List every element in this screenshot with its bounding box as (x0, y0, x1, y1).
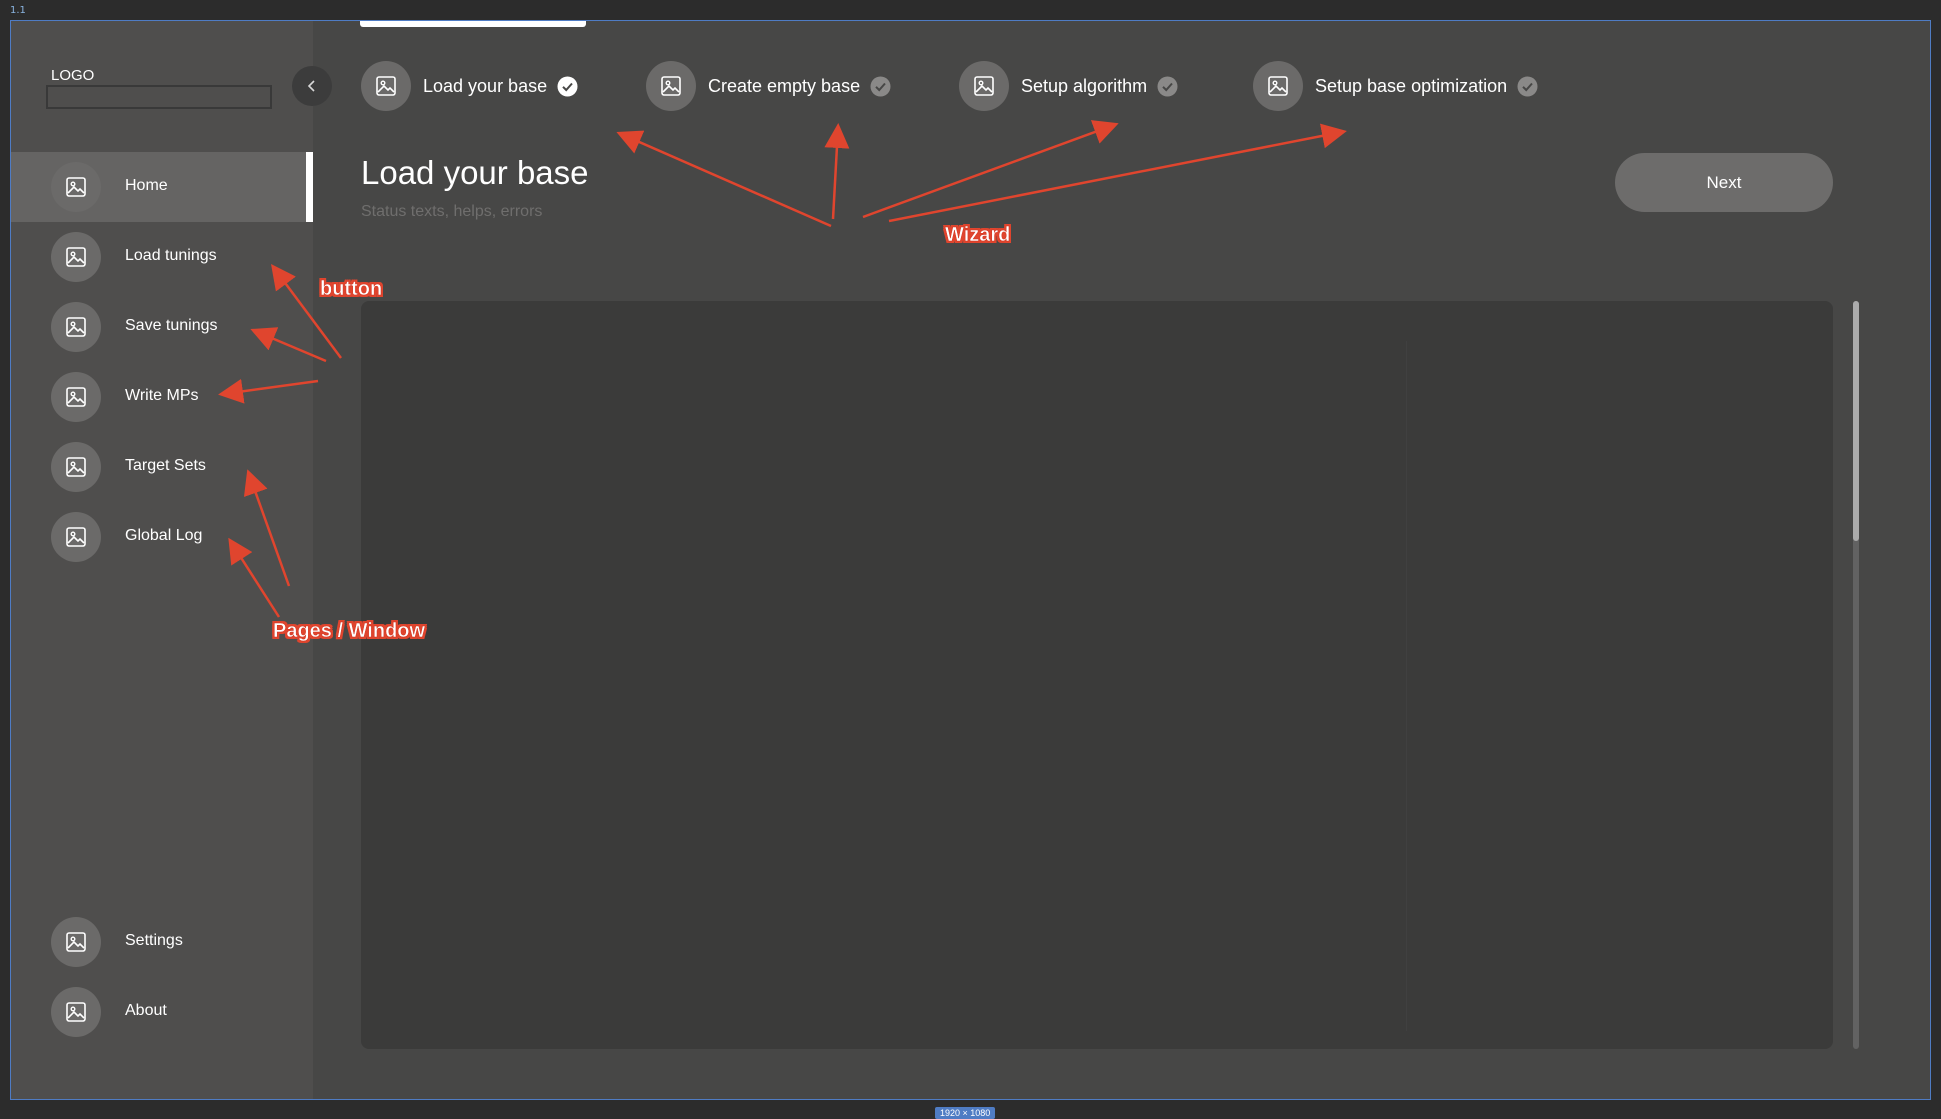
panel-divider (1406, 341, 1407, 1031)
annotation-label-wizard: Wizard (945, 224, 1011, 247)
wizard-step-label: Setup base optimization (1315, 75, 1508, 96)
image-icon (51, 917, 101, 967)
sidebar-item-label: Write MPs (125, 387, 199, 404)
sidebar-item-save-tunings[interactable]: Save tunings (11, 292, 313, 362)
check-circle-icon (1157, 76, 1178, 97)
sidebar-item-label: Home (125, 177, 168, 194)
frame-label: 1.1 (10, 5, 26, 16)
sidebar-item-global-log[interactable]: Global Log (11, 502, 313, 572)
image-icon (51, 987, 101, 1037)
sidebar-item-label: Settings (125, 932, 183, 949)
sidebar-item-write-mps[interactable]: Write MPs (11, 362, 313, 432)
image-icon (51, 372, 101, 422)
image-icon (51, 302, 101, 352)
page-title: Load your base (361, 154, 589, 191)
wizard-step-load-your-base[interactable]: Load your base (361, 61, 578, 111)
sidebar-item-about[interactable]: About (11, 977, 313, 1047)
image-icon (361, 61, 411, 111)
sidebar-collapse-button[interactable] (292, 66, 332, 106)
sidebar-item-target-sets[interactable]: Target Sets (11, 432, 313, 502)
wizard-step-create-empty-base[interactable]: Create empty base (646, 61, 891, 111)
annotation-label-pages: Pages / Window (273, 620, 426, 643)
sidebar-item-label: Target Sets (125, 457, 206, 474)
check-circle-icon (870, 76, 891, 97)
wizard-step-label: Create empty base (708, 75, 861, 96)
wizard-active-underline (360, 21, 586, 27)
sidebar-item-settings[interactable]: Settings (11, 907, 313, 977)
annotation-arrow (888, 123, 1347, 223)
frame-size-badge: 1920 × 1080 (935, 1107, 996, 1119)
sidebar-item-label: Global Log (125, 527, 203, 544)
sidebar-item-label: About (125, 1002, 167, 1019)
annotation-label-button: button (320, 278, 383, 301)
sidebar-item-home[interactable]: Home (11, 152, 313, 222)
image-icon (51, 162, 101, 212)
logo-placeholder (46, 85, 272, 109)
image-icon (646, 61, 696, 111)
wizard-step-label: Setup algorithm (1021, 75, 1148, 96)
image-icon (51, 512, 101, 562)
sidebar: LOGO Home Load tunings Save tunings Writ… (11, 21, 313, 1099)
content-panel (361, 301, 1833, 1049)
next-button[interactable]: Next (1615, 153, 1833, 212)
sidebar-item-label: Load tunings (125, 247, 217, 264)
annotation-arrow (616, 130, 832, 228)
sidebar-item-load-tunings[interactable]: Load tunings (11, 222, 313, 292)
logo-label: LOGO (51, 67, 95, 84)
wizard-step-setup-base-optimization[interactable]: Setup base optimization (1253, 61, 1538, 111)
check-circle-icon (557, 76, 578, 97)
annotation-arrow (824, 123, 850, 220)
status-text: Status texts, helps, errors (361, 203, 543, 220)
wizard-step-setup-algorithm[interactable]: Setup algorithm (959, 61, 1178, 111)
wizard-step-label: Load your base (423, 75, 548, 96)
image-icon (1253, 61, 1303, 111)
active-indicator (306, 152, 313, 222)
sidebar-item-label: Save tunings (125, 317, 218, 334)
scrollbar-thumb[interactable] (1853, 301, 1859, 541)
chevron-left-icon (307, 80, 315, 92)
image-icon (959, 61, 1009, 111)
annotation-arrow (862, 120, 1119, 219)
image-icon (51, 442, 101, 492)
app-frame: LOGO Home Load tunings Save tunings Writ… (10, 20, 1931, 1100)
check-circle-icon (1517, 76, 1538, 97)
image-icon (51, 232, 101, 282)
